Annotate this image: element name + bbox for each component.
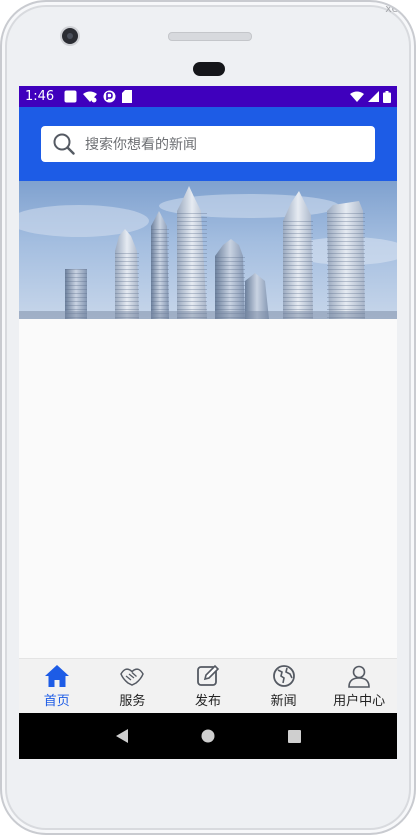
proximity-sensor xyxy=(193,62,225,76)
signal-icon xyxy=(368,91,379,102)
status-right-icons xyxy=(350,90,391,103)
screen: 1:46 搜索你想看的新闻 首页 服务 发布 新闻 用户中心 xyxy=(19,86,397,759)
sd-card-icon xyxy=(122,90,133,103)
earpiece-speaker xyxy=(168,32,252,41)
edit-icon xyxy=(197,664,220,686)
city-skyline-image xyxy=(19,186,397,319)
nav-label-news: 新闻 xyxy=(270,693,297,709)
wifi-notification-icon xyxy=(83,91,98,103)
nav-item-service[interactable]: 服务 xyxy=(95,659,171,713)
banner-image[interactable] xyxy=(19,181,397,319)
app-header: 搜索你想看的新闻 xyxy=(19,107,397,181)
nav-item-news[interactable]: 新闻 xyxy=(246,659,322,713)
home-circle-icon[interactable] xyxy=(201,729,215,743)
globe-icon xyxy=(272,664,295,687)
handshake-icon xyxy=(120,667,145,686)
back-icon[interactable] xyxy=(115,729,129,743)
search-placeholder: 搜索你想看的新闻 xyxy=(85,137,197,153)
search-icon xyxy=(53,133,75,155)
status-bar: 1:46 xyxy=(19,86,397,107)
nav-item-user-center[interactable]: 用户中心 xyxy=(321,659,397,713)
nav-item-home[interactable]: 首页 xyxy=(19,659,95,713)
wifi-icon xyxy=(350,91,364,102)
nav-label-service: 服务 xyxy=(119,693,146,709)
pocket-icon xyxy=(103,90,116,103)
home-icon xyxy=(44,664,69,687)
status-time: 1:46 xyxy=(25,89,55,104)
system-navigation-bar xyxy=(19,713,397,759)
user-icon xyxy=(348,665,370,688)
nav-label-home: 首页 xyxy=(43,693,70,709)
notification-square-icon xyxy=(64,90,77,103)
content-area xyxy=(19,319,397,658)
nav-label-publish: 发布 xyxy=(194,693,221,709)
battery-icon xyxy=(383,90,391,103)
recents-icon[interactable] xyxy=(287,729,301,743)
front-camera xyxy=(62,28,78,44)
nav-item-publish[interactable]: 发布 xyxy=(170,659,246,713)
nav-label-user-center: 用户中心 xyxy=(333,693,386,709)
device-label: xel ⌄ xyxy=(385,2,414,15)
search-input[interactable]: 搜索你想看的新闻 xyxy=(41,126,375,162)
phone-frame: xel ⌄ 1:46 搜索你想看的新闻 首页 服务 发布 新闻 用户中心 xyxy=(0,0,416,835)
bottom-navigation: 首页 服务 发布 新闻 用户中心 xyxy=(19,658,397,713)
